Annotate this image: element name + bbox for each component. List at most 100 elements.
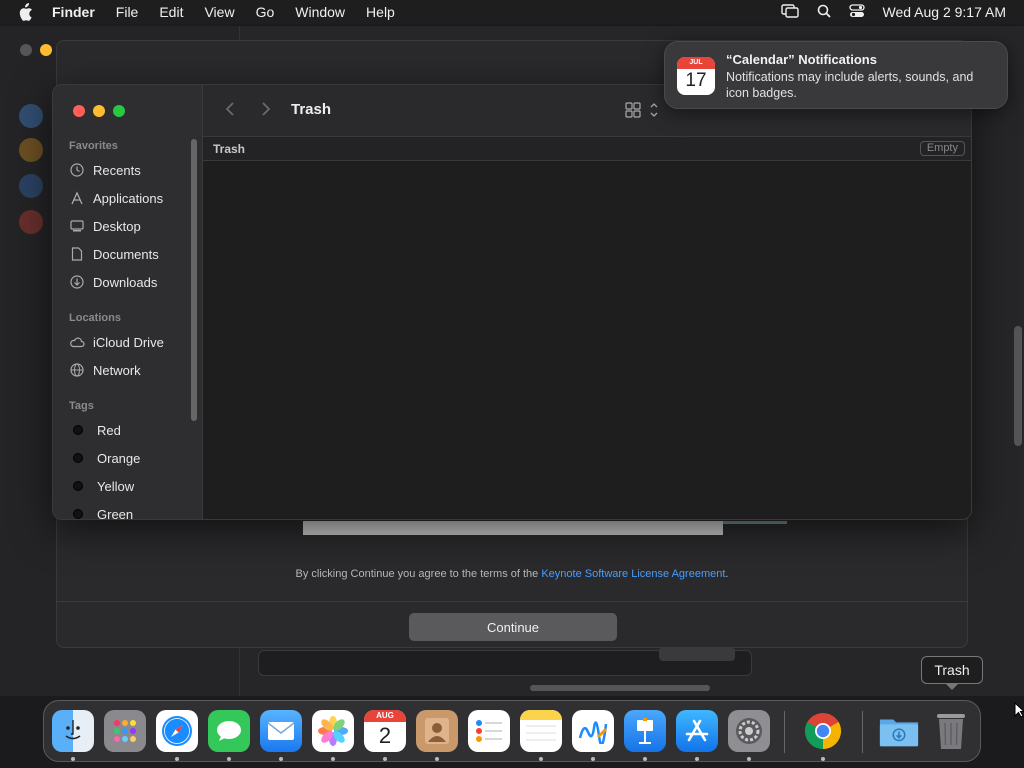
calendar-app-icon: JUL 17 — [677, 57, 715, 95]
dock-mail-icon[interactable] — [260, 710, 302, 752]
folder-title: Trash — [213, 142, 246, 156]
bg-vertical-scrollbar[interactable] — [1014, 326, 1022, 446]
finder-window: Favorites Recents Applications Desktop D… — [52, 84, 972, 520]
dock-running-indicator — [435, 757, 439, 761]
dock-running-indicator — [175, 757, 179, 761]
network-icon — [69, 362, 85, 378]
spotlight-search-icon[interactable] — [817, 4, 831, 21]
dock-calendar-day: 2 — [378, 723, 392, 748]
menu-bar: Finder File Edit View Go Window Help Wed… — [0, 0, 1024, 24]
dock-photos-icon[interactable] — [312, 710, 354, 752]
dock-finder-icon[interactable] — [52, 710, 94, 752]
control-center-icon[interactable] — [848, 3, 865, 21]
installer-divider — [57, 601, 967, 602]
tag-dot-icon — [73, 425, 83, 435]
dock-running-indicator — [227, 757, 231, 761]
dock-notes-icon[interactable] — [520, 710, 562, 752]
dock-running-indicator — [643, 757, 647, 761]
dock-trash-icon[interactable] — [930, 710, 972, 752]
chevron-left-icon — [225, 102, 234, 116]
sidebar-item-label: Downloads — [93, 274, 158, 290]
dock-downloads-folder-icon[interactable] — [878, 710, 920, 752]
dock-running-indicator — [383, 757, 387, 761]
menu-help[interactable]: Help — [366, 4, 395, 20]
document-icon — [69, 246, 85, 262]
calendar-notification[interactable]: JUL 17 “Calendar” Notifications Notifica… — [664, 41, 1008, 109]
license-prefix: By clicking Continue you agree to the te… — [295, 568, 542, 580]
sidebar-item-documents[interactable]: Documents — [69, 243, 159, 265]
continue-button[interactable]: Continue — [409, 613, 617, 641]
dock-calendar-icon[interactable]: AUG 2 — [364, 710, 406, 752]
sidebar-item-label: iCloud Drive — [93, 334, 164, 350]
dock-freeform-icon[interactable] — [572, 710, 614, 752]
dock-tooltip: Trash — [921, 656, 983, 684]
bg-sidebar-icon — [19, 210, 43, 234]
screen-mirroring-icon[interactable] — [780, 3, 799, 21]
dock-calendar-month: AUG — [364, 710, 406, 722]
dock-launchpad-icon[interactable] — [104, 710, 146, 752]
menu-file[interactable]: File — [116, 4, 139, 20]
apple-logo-icon[interactable] — [18, 3, 36, 21]
sidebar-item-tag-red[interactable]: Red — [69, 419, 121, 441]
finder-content-area[interactable] — [203, 161, 971, 519]
dock-divider — [862, 711, 863, 753]
dock-safari-icon[interactable] — [156, 710, 198, 752]
calendar-icon-day: 17 — [685, 70, 707, 91]
minimize-button[interactable] — [93, 105, 105, 117]
menu-go[interactable]: Go — [256, 4, 275, 20]
bg-sidebar-icon — [19, 104, 43, 128]
menu-view[interactable]: View — [204, 4, 234, 20]
sidebar-item-tag-yellow[interactable]: Yellow — [69, 475, 134, 497]
forward-button[interactable] — [261, 101, 271, 122]
sidebar-item-downloads[interactable]: Downloads — [69, 271, 157, 293]
zoom-button[interactable] — [113, 105, 125, 117]
sidebar-section-locations: Locations — [69, 312, 121, 324]
chevron-right-icon — [262, 102, 271, 116]
finder-sidebar: Favorites Recents Applications Desktop D… — [53, 85, 203, 520]
menu-edit[interactable]: Edit — [159, 4, 183, 20]
sidebar-item-label: Red — [97, 422, 121, 438]
sidebar-item-desktop[interactable]: Desktop — [69, 215, 141, 237]
dock-reminders-icon[interactable] — [468, 710, 510, 752]
sidebar-item-tag-orange[interactable]: Orange — [69, 447, 140, 469]
dock-messages-icon[interactable] — [208, 710, 250, 752]
bg-continue-button — [659, 647, 735, 661]
dock-running-indicator — [279, 757, 283, 761]
empty-trash-button[interactable]: Empty — [919, 141, 965, 156]
dock-divider — [784, 711, 785, 753]
sidebar-item-applications[interactable]: Applications — [69, 187, 163, 209]
sidebar-item-icloud-drive[interactable]: iCloud Drive — [69, 331, 164, 353]
notification-body: Notifications may include alerts, sounds… — [726, 70, 974, 100]
back-button[interactable] — [225, 101, 235, 122]
applications-icon — [69, 190, 85, 206]
view-options-button[interactable] — [625, 101, 659, 124]
sidebar-item-label: Green — [97, 506, 134, 520]
menu-app-name[interactable]: Finder — [52, 4, 95, 20]
notification-title: “Calendar” Notifications — [726, 52, 877, 67]
sidebar-item-label: Desktop — [93, 218, 141, 234]
sidebar-item-tag-green[interactable]: Green — [69, 503, 134, 520]
dock-running-indicator — [331, 757, 335, 761]
bg-horizontal-scrollbar[interactable] — [530, 685, 710, 691]
dock-contacts-icon[interactable] — [416, 710, 458, 752]
close-button[interactable] — [73, 105, 85, 117]
sidebar-item-recents[interactable]: Recents — [69, 159, 141, 181]
sidebar-item-label: Recents — [93, 162, 141, 178]
bg-sidebar-icon — [19, 138, 43, 162]
license-agreement-link[interactable]: Keynote Software License Agreement — [541, 568, 725, 580]
sidebar-item-network[interactable]: Network — [69, 359, 141, 381]
dock-running-indicator — [821, 757, 825, 761]
dock-app-store-icon[interactable] — [676, 710, 718, 752]
dock-chrome-icon[interactable] — [802, 710, 844, 752]
dock-system-settings-icon[interactable] — [728, 710, 770, 752]
sidebar-item-label: Orange — [97, 450, 141, 466]
bg-minimize-button[interactable] — [40, 44, 52, 56]
tag-dot-icon — [73, 481, 83, 491]
bg-close-button[interactable] — [20, 44, 32, 56]
sidebar-scrollbar[interactable] — [191, 139, 197, 421]
sidebar-item-label: Applications — [93, 190, 164, 206]
dock-running-indicator — [591, 757, 595, 761]
menu-clock[interactable]: Wed Aug 2 9:17 AM — [883, 4, 1007, 20]
dock-keynote-icon[interactable] — [624, 710, 666, 752]
menu-window[interactable]: Window — [295, 4, 345, 20]
